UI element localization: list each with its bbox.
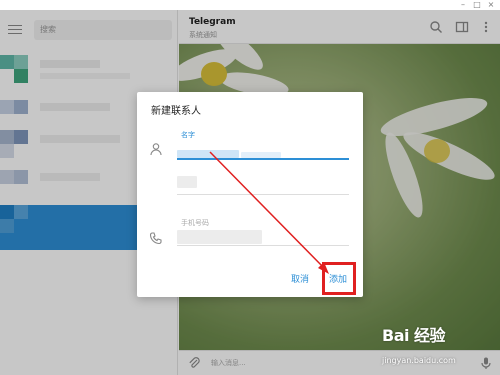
phone-value (177, 230, 262, 244)
phone-label: 手机号码 (181, 219, 209, 227)
maximize-icon[interactable]: □ (470, 0, 484, 10)
person-icon (150, 143, 162, 156)
window-titlebar: – □ × (0, 0, 500, 10)
baidu-jingyan-watermark: Bai 经验 jingyan.baidu.com (382, 322, 500, 372)
first-name-label: 名字 (181, 131, 195, 139)
close-icon[interactable]: × (484, 0, 498, 10)
phone-icon (149, 232, 162, 245)
first-name-value (177, 150, 239, 158)
cancel-button[interactable]: 取消 (291, 272, 309, 285)
watermark-logo: Bai 经验 (382, 326, 446, 345)
last-name-value (177, 176, 197, 188)
annotation-highlight-box (322, 262, 356, 295)
dialog-title: 新建联系人 (151, 106, 201, 117)
first-name-field[interactable] (177, 158, 349, 160)
last-name-field[interactable] (177, 194, 349, 195)
phone-field[interactable] (177, 245, 349, 246)
watermark-url: jingyan.baidu.com (382, 356, 456, 365)
minimize-icon[interactable]: – (456, 0, 470, 10)
